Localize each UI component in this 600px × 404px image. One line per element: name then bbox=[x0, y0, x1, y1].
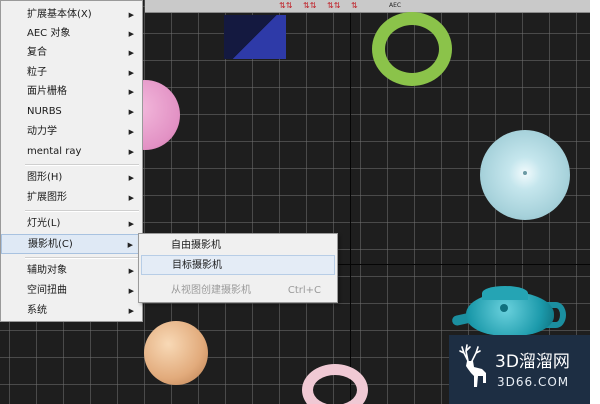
teapot-knob bbox=[500, 304, 508, 312]
menu-item-label: 粒子 bbox=[27, 67, 47, 78]
green-torus-object[interactable] bbox=[372, 12, 452, 86]
shortcut-label: Ctrl+C bbox=[287, 285, 321, 296]
cone-apex bbox=[523, 171, 527, 175]
menu-item-lights[interactable]: 灯光(L) ▶ bbox=[1, 214, 142, 234]
submenu-item-label: 从视图创建摄影机 bbox=[171, 285, 251, 296]
menu-item-label: NURBS bbox=[27, 106, 62, 117]
menu-item-label: AEC 对象 bbox=[27, 28, 71, 39]
menu-item-aec-objects[interactable]: AEC 对象 ▶ bbox=[1, 24, 142, 44]
menu-separator bbox=[25, 257, 139, 259]
submenu-arrow-icon: ▶ bbox=[128, 267, 134, 275]
menu-separator bbox=[25, 164, 139, 166]
toolbar-aec-label[interactable]: AEC bbox=[389, 0, 401, 12]
submenu-arrow-icon: ▶ bbox=[128, 174, 134, 182]
orange-sphere-object[interactable] bbox=[144, 321, 208, 385]
menu-item-label: 图形(H) bbox=[27, 172, 63, 183]
submenu-arrow-icon: ▶ bbox=[128, 108, 134, 116]
submenu-arrow-icon: ▶ bbox=[128, 11, 134, 19]
create-camera-from-view-item: 从视图创建摄影机 Ctrl+C bbox=[141, 281, 335, 301]
menu-item-particles[interactable]: 粒子 ▶ bbox=[1, 63, 142, 83]
site-watermark: 3D溜溜网 3D66.COM bbox=[449, 335, 600, 404]
axis-constraint-icon[interactable]: ⇅⇅ bbox=[327, 1, 340, 11]
menu-item-cameras[interactable]: 摄影机(C) ▶ bbox=[1, 234, 142, 254]
submenu-arrow-icon: ▶ bbox=[128, 194, 134, 202]
axis-constraint-icon[interactable]: ⇅⇅ bbox=[279, 1, 292, 11]
submenu-arrow-icon: ▶ bbox=[128, 69, 134, 77]
menu-item-label: mental ray bbox=[27, 146, 82, 157]
cone-object[interactable] bbox=[480, 130, 570, 220]
submenu-arrow-icon: ▶ bbox=[128, 220, 134, 228]
free-camera-item[interactable]: 自由摄影机 bbox=[141, 236, 335, 256]
menu-item-label: 灯光(L) bbox=[27, 218, 61, 229]
camera-submenu: 自由摄影机 目标摄影机 从视图创建摄影机 Ctrl+C bbox=[138, 233, 338, 303]
submenu-arrow-icon: ▶ bbox=[128, 307, 134, 315]
submenu-arrow-icon: ▶ bbox=[128, 88, 134, 96]
main-toolbar: ⇅⇅ ⇅⇅ ⇅⇅ ⇅ AEC bbox=[145, 0, 590, 13]
target-camera-item[interactable]: 目标摄影机 bbox=[141, 255, 335, 275]
menu-item-label: 复合 bbox=[27, 47, 47, 58]
blue-box-object[interactable] bbox=[224, 15, 286, 59]
submenu-arrow-icon: ▶ bbox=[128, 49, 134, 57]
menu-item-label: 空间扭曲 bbox=[27, 285, 67, 296]
submenu-arrow-icon: ▶ bbox=[127, 241, 133, 249]
menu-item-label: 动力学 bbox=[27, 126, 57, 137]
submenu-arrow-icon: ▶ bbox=[128, 148, 134, 156]
pink-torus-object[interactable] bbox=[302, 364, 368, 404]
window-frame-edge bbox=[590, 0, 600, 404]
menu-item-dynamics[interactable]: 动力学 ▶ bbox=[1, 122, 142, 142]
axis-constraint-icon[interactable]: ⇅⇅ bbox=[303, 1, 316, 11]
submenu-item-label: 自由摄影机 bbox=[171, 240, 221, 251]
menu-item-extended-shapes[interactable]: 扩展图形 ▶ bbox=[1, 188, 142, 208]
menu-item-space-warps[interactable]: 空间扭曲 ▶ bbox=[1, 281, 142, 301]
menu-item-label: 扩展基本体(X) bbox=[27, 9, 92, 20]
teapot-lid bbox=[482, 286, 528, 300]
menu-item-extended-primitives[interactable]: 扩展基本体(X) ▶ bbox=[1, 5, 142, 25]
menu-item-mental-ray[interactable]: mental ray ▶ bbox=[1, 142, 142, 162]
menu-item-label: 面片栅格 bbox=[27, 86, 67, 97]
axis-constraint-icon[interactable]: ⇅ bbox=[351, 1, 358, 11]
menu-item-systems[interactable]: 系统 ▶ bbox=[1, 301, 142, 321]
submenu-item-label: 目标摄影机 bbox=[172, 260, 222, 271]
menu-item-label: 摄影机(C) bbox=[28, 239, 73, 250]
watermark-url: 3D66.COM bbox=[497, 375, 570, 389]
menu-item-label: 系统 bbox=[27, 305, 47, 316]
menu-item-label: 辅助对象 bbox=[27, 265, 67, 276]
submenu-arrow-icon: ▶ bbox=[128, 287, 134, 295]
submenu-arrow-icon: ▶ bbox=[128, 30, 134, 38]
menu-item-nurbs[interactable]: NURBS ▶ bbox=[1, 102, 142, 122]
submenu-arrow-icon: ▶ bbox=[128, 128, 134, 136]
create-menu: 扩展基本体(X) ▶ AEC 对象 ▶ 复合 ▶ 粒子 ▶ 面片栅格 ▶ NUR… bbox=[0, 0, 143, 322]
menu-separator bbox=[25, 210, 139, 212]
menu-item-shapes[interactable]: 图形(H) ▶ bbox=[1, 168, 142, 188]
menu-item-helpers[interactable]: 辅助对象 ▶ bbox=[1, 261, 142, 281]
viewport-axis-vertical bbox=[350, 0, 351, 404]
deer-logo-icon bbox=[459, 344, 486, 387]
menu-item-label: 扩展图形 bbox=[27, 192, 67, 203]
menu-item-compound[interactable]: 复合 ▶ bbox=[1, 43, 142, 63]
menu-item-patch-grids[interactable]: 面片栅格 ▶ bbox=[1, 82, 142, 102]
watermark-title: 3D溜溜网 bbox=[495, 352, 570, 372]
